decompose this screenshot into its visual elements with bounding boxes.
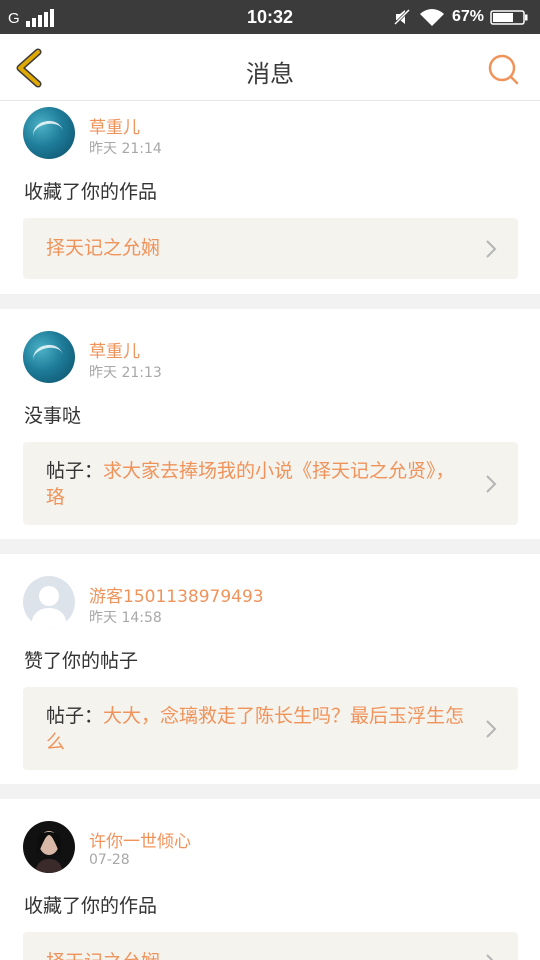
message-text: 没事哒 — [24, 405, 82, 427]
portrait-icon — [35, 831, 63, 873]
message-text: 收藏了你的作品 — [24, 181, 158, 203]
user-avatar[interactable] — [23, 107, 75, 159]
mute-icon — [393, 8, 411, 26]
page-title: 消息 — [246, 60, 294, 88]
user-avatar[interactable] — [23, 331, 75, 383]
chevron-right-icon — [486, 954, 494, 960]
chevron-right-icon — [486, 720, 497, 738]
message-time: 昨天 21:14 — [89, 141, 162, 157]
work-title: 择天记之允娴 — [46, 237, 161, 259]
message-card[interactable]: 游客1501138979493 昨天 14:58 赞了你的帖子 帖子：大大，念璃… — [0, 554, 540, 784]
work-link[interactable]: 择天记之允娴 — [23, 218, 518, 279]
app-header: 消息 — [0, 34, 540, 101]
user-avatar[interactable] — [23, 576, 75, 628]
message-text: 赞了你的帖子 — [24, 650, 139, 672]
post-prefix: 帖子： — [46, 460, 104, 482]
username[interactable]: 许你一世倾心 — [89, 827, 191, 852]
username[interactable]: 草重儿 — [89, 113, 140, 138]
work-title: 择天记之允娴 — [46, 951, 160, 960]
post-title: 求大家去捧场我的小说《择天记之允贤》，珞 — [46, 460, 455, 508]
message-card[interactable]: 草重儿 昨天 21:14 收藏了你的作品 择天记之允娴 — [0, 101, 540, 294]
battery-icon — [490, 10, 528, 25]
post-prefix: 帖子： — [46, 705, 104, 727]
post-title: 大大，念璃救走了陈长生吗？最后玉浮生怎么 — [46, 705, 465, 753]
message-list[interactable]: 草重儿 昨天 21:14 收藏了你的作品 择天记之允娴 草重儿 昨天 21:13… — [0, 101, 540, 960]
wifi-icon — [420, 9, 444, 26]
message-time: 昨天 21:13 — [89, 365, 162, 381]
post-link[interactable]: 帖子：大大，念璃救走了陈长生吗？最后玉浮生怎么 — [23, 687, 518, 770]
message-card[interactable]: 许你一世倾心 07-28 收藏了你的作品 择天记之允娴 — [0, 799, 540, 960]
message-time: 07-28 — [89, 852, 130, 868]
message-card[interactable]: 草重儿 昨天 21:13 没事哒 帖子：求大家去捧场我的小说《择天记之允贤》，珞 — [0, 309, 540, 539]
username[interactable]: 草重儿 — [89, 337, 140, 362]
chevron-right-icon — [486, 475, 497, 493]
battery-percent: 67% — [452, 8, 485, 25]
chevron-right-icon — [486, 240, 497, 258]
status-bar: G 10:32 67% — [0, 0, 540, 34]
message-text: 收藏了你的作品 — [24, 895, 158, 917]
user-avatar[interactable] — [23, 821, 75, 873]
message-time: 昨天 14:58 — [89, 610, 162, 626]
default-person-icon — [31, 586, 67, 628]
work-link[interactable]: 择天记之允娴 — [23, 932, 518, 960]
post-link[interactable]: 帖子：求大家去捧场我的小说《择天记之允贤》，珞 — [23, 442, 518, 525]
username[interactable]: 游客1501138979493 — [89, 582, 264, 607]
search-icon[interactable] — [484, 50, 522, 88]
